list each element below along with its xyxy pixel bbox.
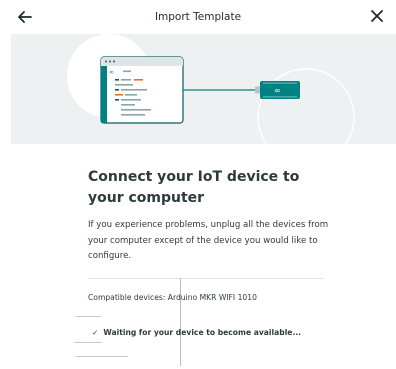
check-icon: ✓ bbox=[92, 328, 99, 337]
svg-text:∞: ∞ bbox=[274, 86, 281, 95]
close-button[interactable] bbox=[368, 7, 386, 25]
hero-illustration: ∞ ∞ bbox=[11, 34, 396, 144]
ide-window-graphic: ∞ bbox=[100, 56, 184, 124]
dialog-title: Import Template bbox=[154, 11, 242, 23]
ide-to-board-illustration: ∞ ∞ bbox=[67, 34, 355, 144]
dialog-header: Import Template bbox=[0, 0, 396, 34]
device-status: ✓ Waiting for your device to become avail… bbox=[92, 328, 301, 337]
close-icon bbox=[371, 10, 383, 22]
status-text: Waiting for your device to become availa… bbox=[103, 328, 302, 337]
compatible-devices-text: Compatible devices: Arduino MKR WIFI 101… bbox=[88, 293, 257, 302]
divider bbox=[76, 316, 101, 317]
page-heading: Connect your IoT device to your computer bbox=[88, 169, 300, 206]
instructions-text: If you experience problems, unplug all t… bbox=[88, 220, 329, 261]
divider bbox=[74, 342, 102, 343]
arduino-board-graphic: ∞ bbox=[255, 81, 300, 99]
divider-vertical bbox=[180, 278, 181, 366]
divider bbox=[88, 278, 324, 279]
divider bbox=[76, 356, 128, 357]
svg-text:∞: ∞ bbox=[109, 69, 114, 76]
